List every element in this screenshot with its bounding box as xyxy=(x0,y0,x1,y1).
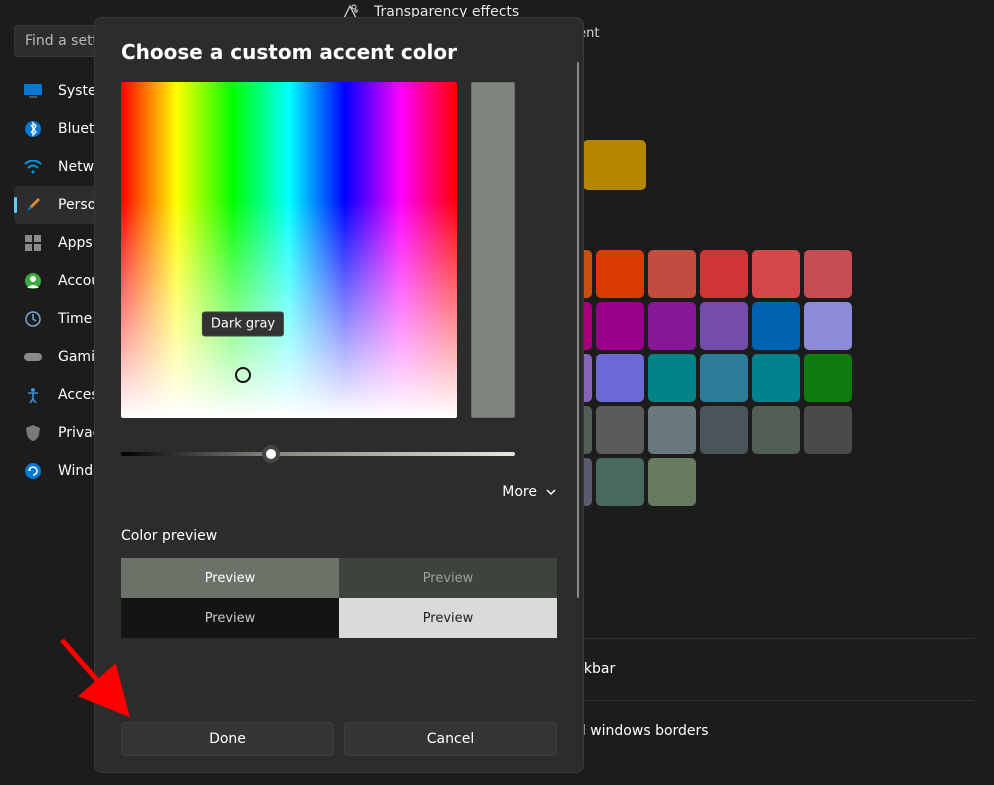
paintbrush-icon xyxy=(24,196,42,214)
dialog-title: Choose a custom accent color xyxy=(121,40,557,64)
picker-cursor[interactable] xyxy=(235,367,251,383)
monitor-icon xyxy=(24,82,42,100)
color-grid-cell[interactable] xyxy=(804,250,852,298)
color-picker-dialog: Choose a custom accent color Dark gray M… xyxy=(94,17,584,773)
slider-thumb[interactable] xyxy=(262,445,280,463)
color-grid-cell[interactable] xyxy=(752,302,800,350)
sidebar-item-label: Perso xyxy=(58,197,96,213)
more-button[interactable]: More xyxy=(121,482,557,502)
color-grid-cell[interactable] xyxy=(596,250,644,298)
color-grid-cell[interactable] xyxy=(648,354,696,402)
color-grid-cell[interactable] xyxy=(596,458,644,506)
color-grid-cell[interactable] xyxy=(648,302,696,350)
preview-tile: Preview xyxy=(339,598,557,638)
color-grid-cell[interactable] xyxy=(700,406,748,454)
accessibility-icon xyxy=(24,386,42,404)
clock-globe-icon xyxy=(24,310,42,328)
color-grid-cell[interactable] xyxy=(804,354,852,402)
color-grid-cell[interactable] xyxy=(700,302,748,350)
hue-sat-picker[interactable]: Dark gray xyxy=(121,82,457,418)
color-grid-cell[interactable] xyxy=(804,302,852,350)
person-icon xyxy=(24,272,42,290)
more-label: More xyxy=(502,484,537,500)
sidebar-item-label: Acces xyxy=(58,387,99,403)
value-slider[interactable] xyxy=(121,444,557,464)
shield-icon xyxy=(24,424,42,442)
preview-grid: Preview Preview Preview Preview xyxy=(121,558,557,638)
color-preview-strip xyxy=(471,82,515,418)
preview-tile: Preview xyxy=(121,598,339,638)
color-grid-cell[interactable] xyxy=(752,250,800,298)
color-grid-cell[interactable] xyxy=(648,406,696,454)
color-grid-cell[interactable] xyxy=(752,354,800,402)
color-grid-cell[interactable] xyxy=(804,406,852,454)
color-grid-cell[interactable] xyxy=(596,354,644,402)
preview-tile: Preview xyxy=(121,558,339,598)
color-grid-cell[interactable] xyxy=(752,406,800,454)
dialog-buttons: Done Cancel xyxy=(121,722,557,756)
color-grid-cell[interactable] xyxy=(596,406,644,454)
chevron-down-icon xyxy=(545,486,557,498)
accent-swatch[interactable] xyxy=(583,140,646,190)
sidebar-item-label: Time xyxy=(58,311,92,327)
borders-row-label: nd windows borders xyxy=(568,723,709,739)
color-grid-cell[interactable] xyxy=(596,302,644,350)
preview-tile: Preview xyxy=(339,558,557,598)
color-grid-cell[interactable] xyxy=(700,354,748,402)
color-tooltip: Dark gray xyxy=(202,312,284,337)
sidebar-item-label: Syste xyxy=(58,83,97,99)
color-grid xyxy=(544,250,852,506)
bluetooth-icon xyxy=(24,120,42,138)
color-grid-cell[interactable] xyxy=(700,250,748,298)
done-button[interactable]: Done xyxy=(121,722,334,756)
search-placeholder: Find a setti xyxy=(25,33,102,49)
sidebar-item-label: Apps xyxy=(58,235,93,251)
cancel-button[interactable]: Cancel xyxy=(344,722,557,756)
color-preview-label: Color preview xyxy=(121,528,557,544)
wifi-icon xyxy=(24,158,42,176)
apps-icon xyxy=(24,234,42,252)
picker-area: Dark gray xyxy=(121,82,557,418)
color-grid-cell[interactable] xyxy=(648,250,696,298)
gamepad-icon xyxy=(24,348,42,366)
slider-track xyxy=(121,452,515,456)
sync-icon xyxy=(24,462,42,480)
color-grid-cell[interactable] xyxy=(648,458,696,506)
